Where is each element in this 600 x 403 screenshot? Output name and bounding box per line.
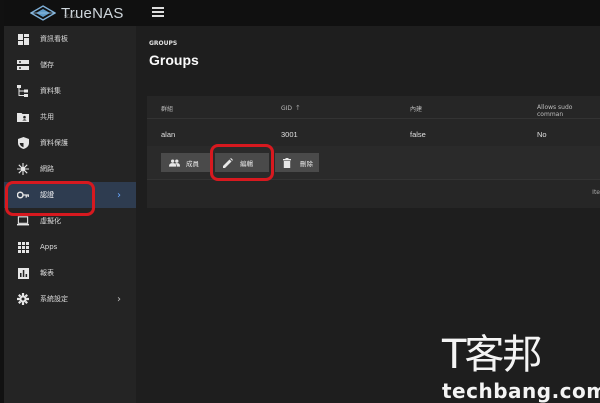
truenas-logo[interactable]: TrueNAS <box>30 4 124 22</box>
techbang-watermark-logo: T客邦 techbang.com <box>440 333 600 403</box>
datasets-icon <box>17 85 29 97</box>
sidebar-item-network[interactable]: 網路 <box>4 156 136 182</box>
laptop-icon <box>17 215 29 227</box>
sidebar-item-datasets[interactable]: 資料集 <box>4 78 136 104</box>
sort-arrow-up-icon: ↑ <box>295 104 301 112</box>
sidebar-item-label: 共用 <box>40 113 54 121</box>
sidebar-item-label: 資訊看板 <box>40 35 68 43</box>
divider <box>147 118 600 119</box>
sidebar-item-label: 虛擬化 <box>40 217 61 225</box>
cell-sudo: No <box>537 130 547 139</box>
shares-icon <box>17 111 29 123</box>
gear-icon <box>17 293 29 305</box>
cell-builtin: false <box>410 130 426 139</box>
column-header-builtin[interactable]: 內建 <box>410 104 422 113</box>
pagination-items-label: Ite <box>592 189 600 196</box>
network-icon <box>17 163 29 175</box>
hamburger-menu-icon[interactable] <box>152 7 164 17</box>
sidebar-item-label: 報表 <box>40 269 54 277</box>
breadcrumb[interactable]: GROUPS <box>149 40 177 47</box>
data-protection-icon <box>17 137 29 149</box>
delete-button-label: 刪除 <box>300 159 313 168</box>
annotation-highlight-edit <box>210 144 274 181</box>
truenas-logo-icon <box>30 5 56 21</box>
sidebar-item-label: 資料保護 <box>40 139 68 147</box>
storage-icon <box>17 59 29 71</box>
sidebar-item-label: 儲存 <box>40 61 54 69</box>
column-header-group[interactable]: 群組 <box>161 104 173 113</box>
watermark-domain-text: techbang.com <box>442 379 600 403</box>
members-button-label: 成員 <box>186 159 199 168</box>
top-bar: TrueNAS SCALE <box>4 0 600 26</box>
sidebar-item-dashboard[interactable]: 資訊看板 <box>4 26 136 52</box>
reports-icon <box>17 267 29 279</box>
column-header-gid[interactable]: GID ↑ <box>281 104 301 112</box>
sidebar-item-storage[interactable]: 儲存 <box>4 52 136 78</box>
sidebar-item-label: 資料集 <box>40 87 61 95</box>
dashboard-icon <box>17 33 29 45</box>
people-icon <box>169 157 180 168</box>
apps-grid-icon <box>17 241 29 253</box>
column-header-sudo[interactable]: Allows sudo comman <box>537 104 600 118</box>
chevron-right-icon[interactable]: › <box>117 294 121 305</box>
sidebar-item-data-protection[interactable]: 資料保護 <box>4 130 136 156</box>
app-window: TrueNAS SCALE 資訊看板 儲存 資料集 共用 資料保護 網路 認證 … <box>0 0 600 403</box>
sidebar-item-reports[interactable]: 報表 <box>4 260 136 286</box>
chevron-right-icon[interactable]: › <box>117 190 121 201</box>
column-header-label: GID <box>281 105 293 112</box>
sidebar-item-system-settings[interactable]: 系統設定 › <box>4 286 136 312</box>
watermark-chinese-text: T客邦 <box>442 332 542 378</box>
sidebar-item-label: 網路 <box>40 165 54 173</box>
sidebar-item-label: Apps <box>40 243 58 251</box>
trash-icon <box>283 157 294 168</box>
cell-gid: 3001 <box>281 130 298 139</box>
sidebar-item-apps[interactable]: Apps <box>4 234 136 260</box>
sidebar-item-shares[interactable]: 共用 <box>4 104 136 130</box>
annotation-highlight-credentials <box>5 181 95 216</box>
page-title: Groups <box>149 52 199 68</box>
members-button[interactable]: 成員 <box>161 153 213 172</box>
cell-group: alan <box>161 130 176 139</box>
sidebar-item-label: 系統設定 <box>40 295 68 303</box>
logo-subtext: SCALE <box>64 14 77 19</box>
delete-button[interactable]: 刪除 <box>275 153 319 172</box>
